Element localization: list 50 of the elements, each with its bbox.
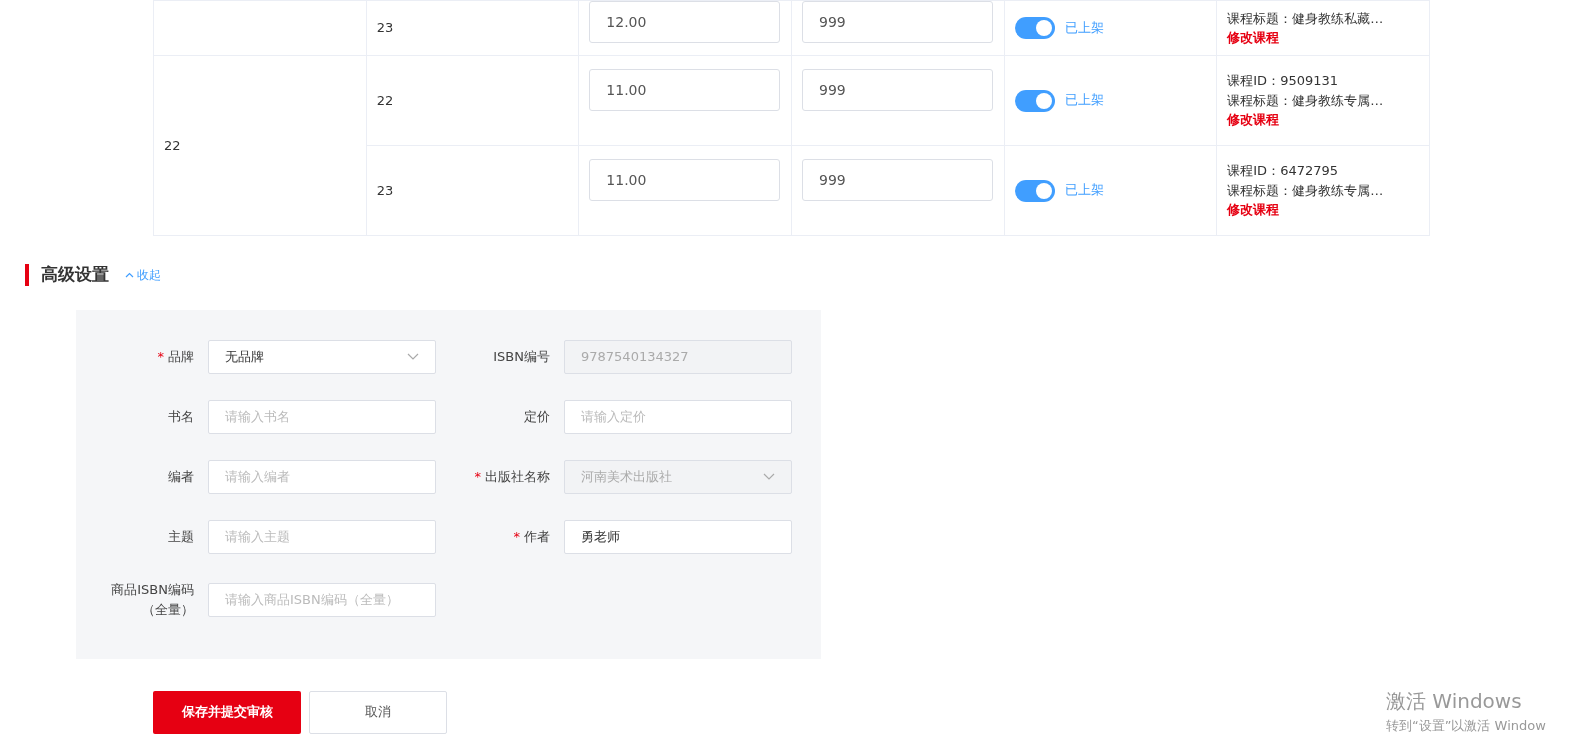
course-id: 课程ID：9509131 xyxy=(1227,72,1340,91)
course-title: 课程标题：健身教练专属… xyxy=(1227,91,1385,110)
field-label: * 品牌 xyxy=(156,347,194,366)
input-field[interactable]: 请输入主题 xyxy=(208,519,436,554)
chevron-down-icon xyxy=(763,473,775,480)
field-label: * 出版社名称 xyxy=(473,467,550,486)
toggle-switch[interactable] xyxy=(1014,179,1055,202)
price-field[interactable]: 11.00 xyxy=(589,69,781,111)
edit-course-link[interactable]: 修改课程 xyxy=(1227,30,1280,45)
course-id: 课程ID：6472795 xyxy=(1227,162,1340,181)
toggle-switch[interactable] xyxy=(1014,89,1055,112)
course-title: 课程标题：健身教练专属… xyxy=(1227,181,1385,200)
field-label: * 作者 xyxy=(512,527,550,546)
input-field[interactable]: 请输入商品ISBN编码（全量） xyxy=(208,582,436,617)
chevron-down-icon xyxy=(407,353,419,360)
stock-field[interactable]: 999 xyxy=(801,1,993,43)
activation-subtitle: 转到“设置”以激活 Window xyxy=(1386,717,1546,735)
select-field: 河南美术出版社 xyxy=(564,459,792,494)
stock-field[interactable]: 999 xyxy=(801,159,993,201)
edit-course-link[interactable]: 修改课程 xyxy=(1227,202,1280,218)
status-text: 已上架 xyxy=(1064,92,1104,107)
status-text: 已上架 xyxy=(1064,182,1104,197)
toggle-switch[interactable] xyxy=(1014,17,1055,39)
section-title: 高级设置 xyxy=(41,263,109,286)
field-label: 书名 xyxy=(167,407,194,426)
stock-field[interactable]: 999 xyxy=(801,69,993,111)
field-label: ISBN编号 xyxy=(492,347,550,366)
field-label: 主题 xyxy=(167,527,194,546)
input-field[interactable]: 请输入编者 xyxy=(208,459,436,494)
input-field[interactable]: 请输入定价 xyxy=(564,399,792,434)
input-field[interactable]: 勇老师 xyxy=(564,519,792,554)
submit-button[interactable]: 保存并提交审核 xyxy=(153,690,301,734)
table-cell: 22 xyxy=(164,137,181,153)
input-field[interactable]: 请输入书名 xyxy=(208,399,436,434)
field-label: 定价 xyxy=(523,407,550,426)
input-field: 9787540134327 xyxy=(564,339,792,374)
chevron-up-icon xyxy=(125,271,134,278)
price-field[interactable]: 12.00 xyxy=(589,1,781,43)
price-field[interactable]: 11.00 xyxy=(589,159,781,201)
table-cell: 23 xyxy=(376,182,394,198)
edit-course-link[interactable]: 修改课程 xyxy=(1227,112,1280,128)
table-cell: 22 xyxy=(376,92,394,108)
field-label: 商品ISBN编码（全量） xyxy=(110,580,194,619)
status-text: 已上架 xyxy=(1064,19,1104,35)
course-title: 课程标题：健身教练私藏… xyxy=(1227,9,1385,28)
activation-title: 激活 Windows xyxy=(1386,688,1523,715)
field-label: 编者 xyxy=(167,467,194,486)
cancel-button[interactable]: 取消 xyxy=(309,690,447,734)
select-field[interactable]: 无品牌 xyxy=(208,339,436,374)
table-cell: 23 xyxy=(376,20,394,36)
